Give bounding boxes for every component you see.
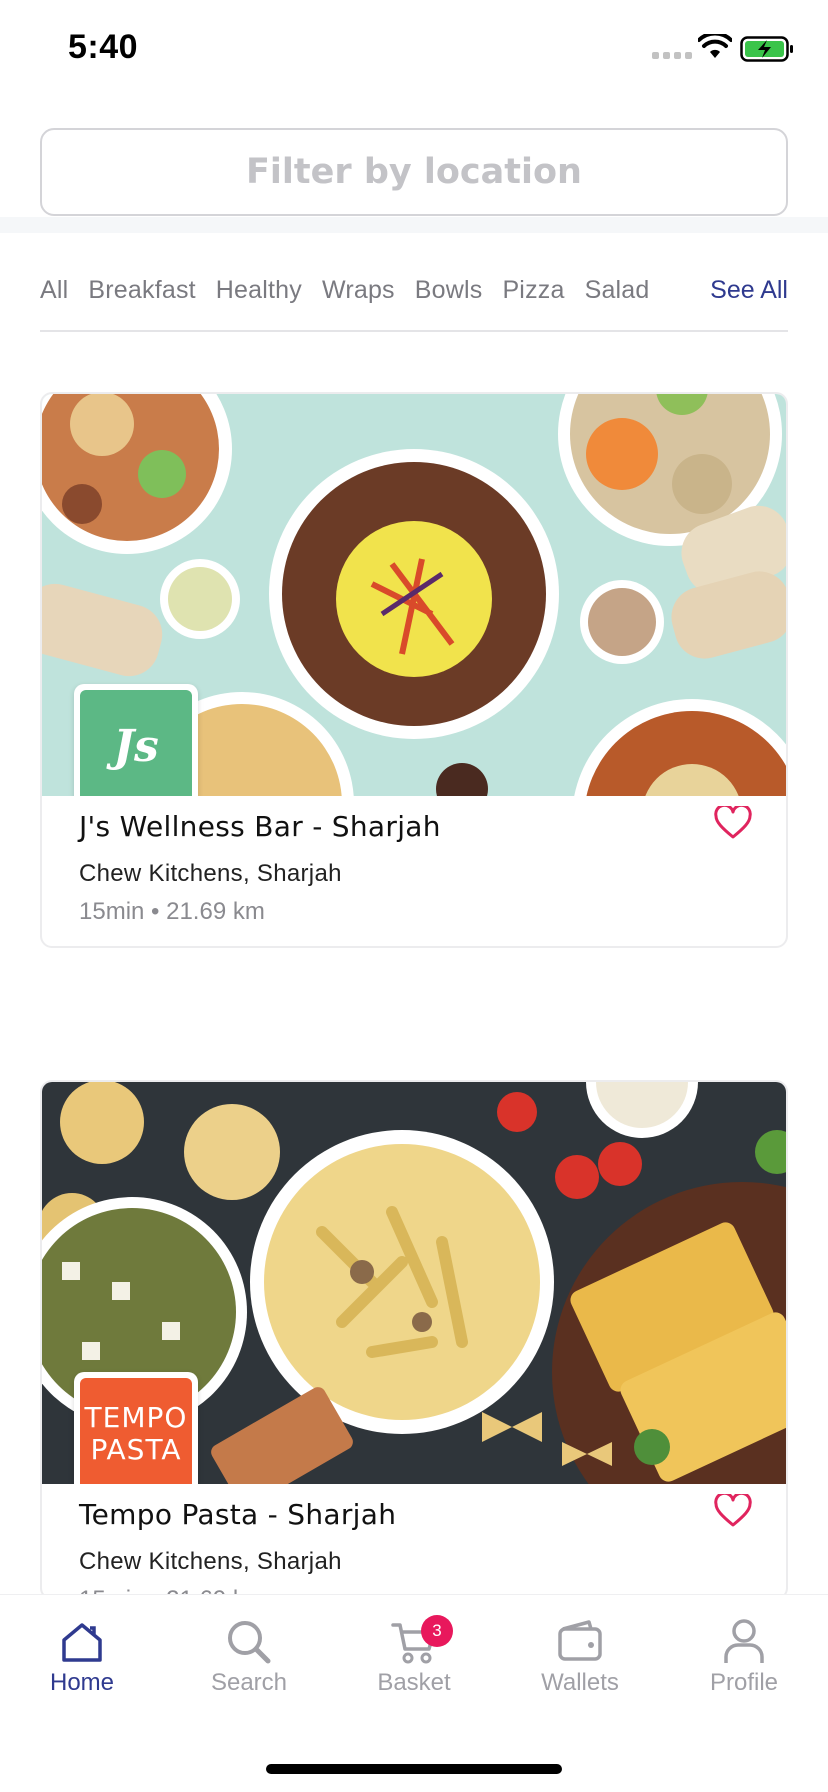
profile-icon: [724, 1619, 764, 1663]
restaurant-hero-image: TEMPO PASTA: [42, 1082, 786, 1484]
tempo-logo-line2: PASTA: [90, 1433, 182, 1466]
restaurant-meta: 15min • 21.69 km: [79, 898, 265, 925]
nav-search[interactable]: Search: [184, 1617, 314, 1697]
category-breakfast[interactable]: Breakfast: [88, 276, 195, 305]
restaurant-location: Chew Kitchens, Sharjah: [79, 860, 342, 887]
favorite-heart-icon[interactable]: [714, 806, 752, 840]
category-all[interactable]: All: [40, 276, 68, 305]
see-all-link[interactable]: See All: [710, 276, 788, 305]
restaurant-logo: TEMPO PASTA: [74, 1372, 198, 1484]
nav-home[interactable]: Home: [17, 1617, 147, 1697]
battery-icon: [740, 36, 793, 62]
category-pizza[interactable]: Pizza: [502, 276, 564, 305]
category-bowls[interactable]: Bowls: [415, 276, 483, 305]
bottom-nav: Home Search 3 Basket Wallets Profile: [0, 1594, 828, 1792]
wallet-icon: [558, 1620, 602, 1661]
restaurant-name: J's Wellness Bar - Sharjah: [79, 810, 441, 843]
divider: [0, 217, 828, 233]
category-salad[interactable]: Salad: [585, 276, 650, 305]
js-logo-text: Js: [80, 690, 192, 796]
nav-search-label: Search: [210, 1669, 288, 1696]
nav-profile[interactable]: Profile: [679, 1617, 809, 1697]
nav-wallets-label: Wallets: [541, 1669, 619, 1696]
signal-icon: [652, 52, 692, 59]
restaurant-name: Tempo Pasta - Sharjah: [79, 1498, 397, 1531]
nav-wallets[interactable]: Wallets: [515, 1617, 645, 1697]
category-wraps[interactable]: Wraps: [322, 276, 395, 305]
home-indicator: [266, 1764, 562, 1774]
tempo-logo-line1: TEMPO: [84, 1401, 188, 1434]
status-time: 5:40: [68, 28, 139, 66]
category-healthy[interactable]: Healthy: [216, 276, 302, 305]
restaurant-location: Chew Kitchens, Sharjah: [79, 1548, 342, 1575]
wifi-icon: [698, 34, 732, 58]
restaurant-card[interactable]: Js J's Wellness Bar - Sharjah Chew Kitch…: [40, 392, 788, 948]
status-bar: 5:40: [0, 0, 828, 100]
nav-home-label: Home: [49, 1669, 115, 1696]
search-icon: [228, 1621, 271, 1664]
nav-basket[interactable]: 3 Basket: [349, 1615, 479, 1697]
category-tabs: All Breakfast Healthy Wraps Bowls Pizza …: [40, 268, 788, 332]
restaurant-hero-image: Js: [42, 394, 786, 796]
restaurant-logo: Js: [74, 684, 198, 796]
filter-section: [0, 100, 828, 232]
nav-profile-label: Profile: [709, 1669, 779, 1696]
home-icon: [62, 1623, 102, 1662]
basket-count-badge: 3: [421, 1615, 453, 1647]
restaurant-card[interactable]: TEMPO PASTA Tempo Pasta - Sharjah Chew K…: [40, 1080, 788, 1600]
location-filter-input[interactable]: [40, 128, 788, 216]
favorite-heart-icon[interactable]: [714, 1494, 752, 1528]
nav-basket-label: Basket: [377, 1669, 451, 1696]
